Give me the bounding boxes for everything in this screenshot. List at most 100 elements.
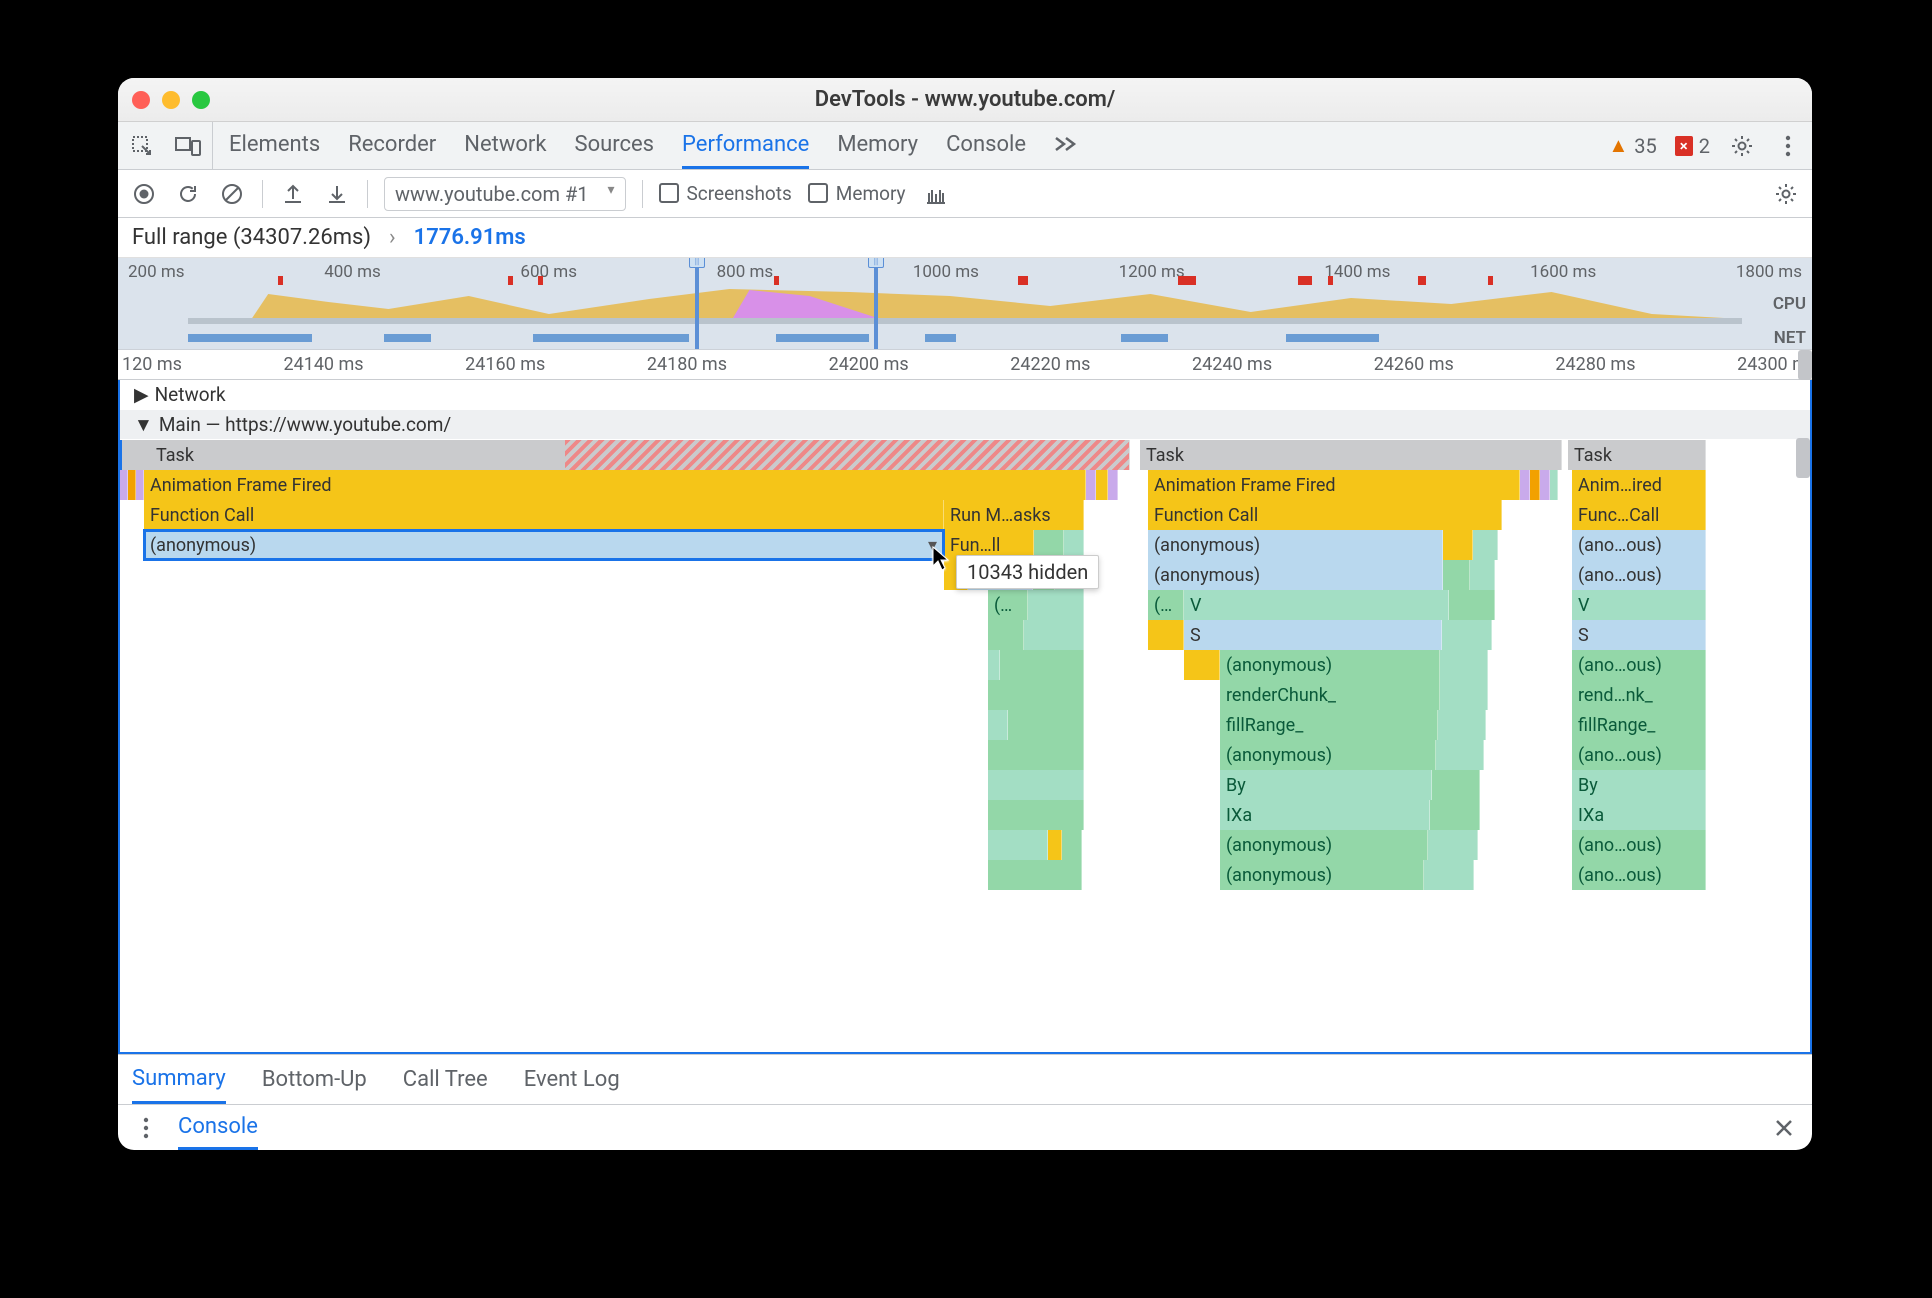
memory-checkbox[interactable]: Memory [808,182,906,205]
minimize-icon[interactable] [162,91,180,109]
panel-settings-icon[interactable] [1772,180,1800,208]
chevron-down-icon[interactable]: ▾ [928,535,937,556]
flame-renderchunk-c3[interactable]: rend…nk_ [1572,680,1706,710]
flame-aff-1[interactable]: Animation Frame Fired [144,470,1086,500]
net-label: NET [1774,328,1806,348]
upload-icon[interactable] [279,180,307,208]
tab-console[interactable]: Console [946,122,1026,169]
flame-fcall-2[interactable]: Function Call [1148,500,1502,530]
hidden-count-tooltip: 10343 hidden [956,555,1099,589]
flame-anon5-c2[interactable]: (anonymous) [1220,830,1428,860]
flame-V-c2[interactable]: V [1184,590,1449,620]
flame-S-c2[interactable]: S [1184,620,1442,650]
inspect-element-icon[interactable] [128,132,156,160]
flame-anon5-c3[interactable]: (ano…ous) [1572,830,1706,860]
flame-by-c3[interactable]: By [1572,770,1706,800]
flame-ixa-c2[interactable]: IXa [1220,800,1430,830]
flamechart-ruler[interactable]: 120 ms24140 ms 24160 ms24180 ms 24200 ms… [118,350,1812,380]
selection-end-handle[interactable]: || [874,258,878,349]
settings-gear-icon[interactable] [1728,132,1756,160]
flame-by-c2[interactable]: By [1220,770,1432,800]
vertical-scrollbar[interactable] [1796,438,1810,478]
horizontal-scrollbar[interactable] [1798,350,1812,380]
flame-task-2[interactable]: Task [1140,440,1562,470]
timeline-overview[interactable]: 200 ms400 ms 600 ms800 ms 1000 ms1200 ms… [118,258,1812,350]
flame-fillrange-c2[interactable]: fillRange_ [1220,710,1438,740]
flame-S-c3[interactable]: S [1572,620,1706,650]
drawer-kebab-icon[interactable] [132,1114,160,1142]
flame-ixa-c3[interactable]: IXa [1572,800,1706,830]
selection-start-handle[interactable]: || [695,258,699,349]
flame-row-anon6: (anonymous) (ano…ous) [120,860,1810,890]
tab-call-tree[interactable]: Call Tree [403,1055,488,1104]
flame-paren[interactable]: (… [988,590,1028,620]
record-icon[interactable] [130,180,158,208]
tab-summary[interactable]: Summary [132,1055,226,1104]
flame-anon4-c2[interactable]: (anonymous) [1220,740,1436,770]
flame-row-aff: Animation Frame Fired Animation Frame Fi… [120,470,1810,500]
screenshots-checkbox[interactable]: Screenshots [659,182,792,205]
error-badge[interactable]: × 2 [1675,134,1710,158]
tab-memory[interactable]: Memory [837,122,918,169]
tab-elements[interactable]: Elements [229,122,320,169]
tab-event-log[interactable]: Event Log [524,1055,620,1104]
tab-recorder[interactable]: Recorder [348,122,436,169]
more-tabs-icon[interactable] [1054,122,1078,169]
flame-task-1[interactable]: Task [120,440,1130,470]
flame-anon6-c3[interactable]: (ano…ous) [1572,860,1706,890]
flame-fillrange-c3[interactable]: fillRange_ [1572,710,1706,740]
flame-fcall-1[interactable]: Function Call [144,500,944,530]
flame-anon-selected[interactable]: (anonymous) ▾ [144,530,944,560]
flame-row-anon4: (anonymous) (ano…ous) [120,740,1810,770]
flame-anon6-c2[interactable]: (anonymous) [1220,860,1424,890]
devtools-tabstrip: Elements Recorder Network Sources Perfor… [118,122,1812,170]
expand-down-icon: ▼ [134,413,153,437]
overview-ticks: 200 ms400 ms 600 ms800 ms 1000 ms1200 ms… [118,262,1812,282]
flamechart-area[interactable]: ▶ Network ▼ Main — https://www.youtube.c… [118,380,1812,1054]
flame-anon2-c2[interactable]: (anonymous) [1148,560,1443,590]
cpu-waveform [188,284,1742,324]
flame-aff-3[interactable]: Anim…ired [1572,470,1706,500]
breadcrumb-full[interactable]: Full range (34307.26ms) [132,225,371,250]
flame-V-c3[interactable]: V [1572,590,1706,620]
maximize-icon[interactable] [192,91,210,109]
drawer-close-icon[interactable] [1770,1114,1798,1142]
flame-row-anon3: (anonymous) (ano…ous) [120,650,1810,680]
flame-dot-c2[interactable]: (… [1148,590,1184,620]
flame-anon-c3[interactable]: (ano…ous) [1572,530,1706,560]
tab-sources[interactable]: Sources [575,122,655,169]
network-track-header[interactable]: ▶ Network [120,383,226,406]
flame-row-v: (… (… V V [120,590,1810,620]
range-breadcrumb: Full range (34307.26ms) › 1776.91ms [118,218,1812,258]
flame-aff-2[interactable]: Animation Frame Fired [1148,470,1520,500]
profile-select[interactable]: www.youtube.com #1 [384,177,626,211]
flame-row-s: S S [120,620,1810,650]
drawer-tab-console[interactable]: Console [178,1105,258,1150]
flame-row-fcall: Function Call Run M…asks Function Call F… [120,500,1810,530]
flame-anon-c2[interactable]: (anonymous) [1148,530,1443,560]
flame-anon2-c3[interactable]: (ano…ous) [1572,560,1706,590]
tab-performance[interactable]: Performance [682,122,809,169]
download-icon[interactable] [323,180,351,208]
kebab-menu-icon[interactable] [1774,132,1802,160]
flame-renderchunk-c2[interactable]: renderChunk_ [1220,680,1440,710]
main-track-header[interactable]: ▼ Main — https://www.youtube.com/ [120,413,451,437]
reload-icon[interactable] [174,180,202,208]
clear-icon[interactable] [218,180,246,208]
tab-network[interactable]: Network [464,122,546,169]
device-toggle-icon[interactable] [174,132,202,160]
flame-anon3-c3[interactable]: (ano…ous) [1572,650,1706,680]
traffic-lights [132,91,210,109]
chevron-right-icon: › [389,225,396,250]
tab-bottom-up[interactable]: Bottom-Up [262,1055,367,1104]
flame-fcall-3[interactable]: Func…Call [1572,500,1706,530]
flame-anon4-c3[interactable]: (ano…ous) [1572,740,1706,770]
warning-icon: ▲ [1609,133,1629,158]
close-icon[interactable] [132,91,150,109]
flame-task-3[interactable]: Task [1568,440,1706,470]
flame-anon3-c2[interactable]: (anonymous) [1220,650,1440,680]
flame-runmt[interactable]: Run M…asks [944,500,1084,530]
garbage-collect-icon[interactable] [922,180,950,208]
breadcrumb-selected[interactable]: 1776.91ms [414,225,526,250]
warning-badge[interactable]: ▲ 35 [1609,133,1657,158]
